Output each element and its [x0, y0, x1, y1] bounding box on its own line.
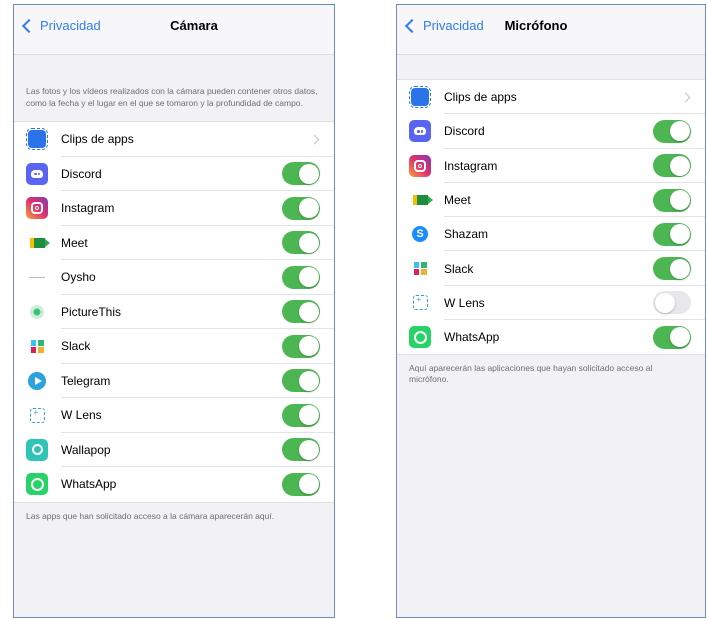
- wlens-camera-toggle[interactable]: [282, 403, 320, 427]
- app-label: Clips de apps: [444, 90, 517, 105]
- telegram-icon: [26, 369, 48, 392]
- telegram-camera-toggle[interactable]: [282, 369, 320, 393]
- discord-icon: [26, 162, 48, 185]
- list-item: Slack: [14, 329, 334, 364]
- instagram-icon: [26, 197, 48, 220]
- oysho-icon: [26, 266, 48, 289]
- app-label: Instagram: [444, 158, 498, 173]
- whatsapp-mic-toggle[interactable]: [653, 325, 691, 349]
- camera-settings-screen: Privacidad Cámara Las fotos y los vídeos…: [13, 4, 335, 618]
- list-item: Slack: [397, 251, 705, 287]
- app-label: Discord: [61, 166, 102, 181]
- chevron-right-icon: [309, 134, 320, 145]
- picturethis-camera-toggle[interactable]: [282, 300, 320, 324]
- app-label: Oysho: [61, 270, 96, 285]
- app-label: PictureThis: [61, 304, 122, 319]
- list-item: Discord: [397, 114, 705, 149]
- app-label: W Lens: [61, 408, 102, 423]
- slack-camera-toggle[interactable]: [282, 334, 320, 358]
- microphone-settings-screen: Privacidad Micrófono Clips de apps Disco…: [396, 4, 706, 618]
- wlens-icon: [26, 404, 48, 427]
- list-item: Meet: [397, 183, 705, 218]
- whatsapp-icon: [26, 473, 48, 496]
- app-label: Instagram: [61, 201, 115, 216]
- app-label: WhatsApp: [61, 477, 117, 492]
- discord-icon: [409, 120, 431, 143]
- whatsapp-icon: [409, 326, 431, 349]
- app-label: Telegram: [61, 373, 111, 388]
- wlens-icon: [409, 291, 431, 314]
- instagram-mic-toggle[interactable]: [653, 154, 691, 178]
- app-label: Clips de apps: [61, 132, 134, 147]
- clips-icon: [409, 86, 431, 109]
- app-label: Slack: [61, 339, 91, 354]
- list-item: Meet: [14, 226, 334, 261]
- slack-icon: [409, 257, 431, 280]
- wallapop-icon: [26, 438, 48, 461]
- wlens-mic-toggle[interactable]: [653, 291, 691, 315]
- wallapop-camera-toggle[interactable]: [282, 438, 320, 462]
- meet-icon: [26, 231, 50, 254]
- app-label: Meet: [444, 193, 471, 208]
- shazam-mic-toggle[interactable]: [653, 222, 691, 246]
- clips-icon: [26, 128, 48, 151]
- page-title: Micrófono: [504, 18, 568, 33]
- meet-camera-toggle[interactable]: [282, 231, 320, 255]
- list-item[interactable]: Clips de apps: [397, 80, 705, 115]
- slack-icon: [26, 335, 48, 358]
- whatsapp-camera-toggle[interactable]: [282, 472, 320, 496]
- list-item: WhatsApp: [14, 467, 334, 502]
- camera-description: Las fotos y los vídeos realizados con la…: [26, 86, 318, 108]
- navigation-bar: Privacidad Micrófono: [397, 5, 705, 55]
- app-label: Slack: [444, 261, 474, 276]
- list-item: Discord: [14, 157, 334, 192]
- camera-footer-note: Las apps que han solicitado acceso a la …: [26, 510, 275, 521]
- meet-mic-toggle[interactable]: [653, 188, 691, 212]
- chevron-right-icon: [680, 92, 691, 103]
- discord-mic-toggle[interactable]: [653, 119, 691, 143]
- list-item: W Lens: [14, 398, 334, 433]
- app-label: Shazam: [444, 227, 489, 242]
- microphone-footer-note: Aquí aparecerán las aplicaciones que hay…: [409, 363, 653, 385]
- list-item: Instagram: [397, 149, 705, 184]
- app-label: W Lens: [444, 295, 485, 310]
- app-list: Clips de apps Discord Instagram Meet Oys…: [14, 121, 334, 503]
- app-list: Clips de apps Discord Instagram Meet S S…: [397, 79, 705, 356]
- shazam-icon: S: [409, 223, 431, 246]
- oysho-camera-toggle[interactable]: [282, 265, 320, 289]
- list-item: S Shazam: [397, 217, 705, 252]
- chevron-left-icon: [21, 18, 37, 34]
- instagram-icon: [409, 154, 431, 177]
- list-item: PictureThis: [14, 295, 334, 330]
- instagram-camera-toggle[interactable]: [282, 196, 320, 220]
- picturethis-icon: [26, 300, 48, 323]
- list-item: WhatsApp: [397, 320, 705, 354]
- list-item: Instagram: [14, 191, 334, 226]
- page-title: Cámara: [170, 18, 218, 33]
- app-label: Wallapop: [61, 442, 111, 457]
- list-item: Wallapop: [14, 433, 334, 468]
- slack-mic-toggle[interactable]: [653, 257, 691, 281]
- discord-camera-toggle[interactable]: [282, 162, 320, 186]
- meet-icon: [409, 189, 433, 212]
- list-item: Telegram: [14, 364, 334, 399]
- list-item[interactable]: Clips de apps: [14, 122, 334, 157]
- list-item: W Lens: [397, 286, 705, 321]
- app-label: Discord: [444, 124, 485, 139]
- list-item: Oysho: [14, 260, 334, 295]
- app-label: Meet: [61, 235, 88, 250]
- navigation-bar: Privacidad Cámara: [14, 5, 334, 55]
- app-label: WhatsApp: [444, 330, 500, 345]
